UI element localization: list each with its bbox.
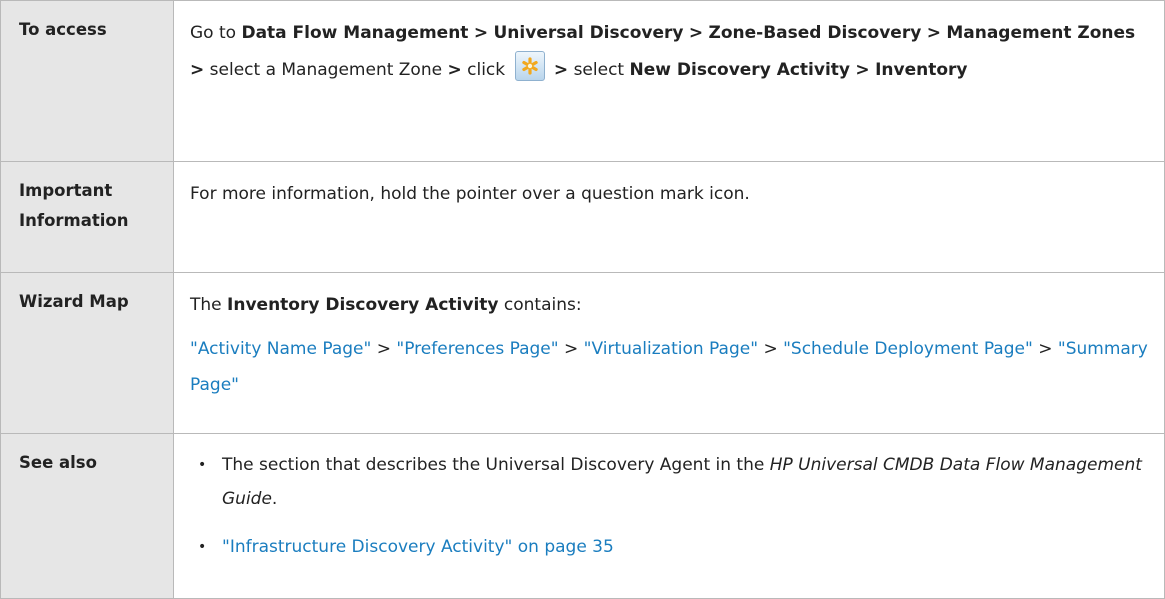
to-access-content: Go to Data Flow Management > Universal D… bbox=[173, 0, 1165, 162]
see-also-list: The section that describes the Universal… bbox=[190, 448, 1150, 564]
wizard-steps: "Activity Name Page" > "Preferences Page… bbox=[190, 331, 1150, 403]
wizard-map-label: Wizard Map bbox=[0, 272, 174, 434]
see-also-text: . bbox=[271, 489, 278, 509]
step-separator: > bbox=[1038, 339, 1053, 359]
path-separator: > bbox=[688, 23, 704, 43]
path-separator: > bbox=[855, 60, 870, 80]
important-information-text: For more information, hold the pointer o… bbox=[173, 161, 1165, 273]
access-text: select bbox=[573, 60, 625, 80]
nav-new-discovery-activity: New Discovery Activity bbox=[629, 60, 851, 80]
list-item: "Infrastructure Discovery Activity" on p… bbox=[198, 530, 1150, 564]
wizard-text: The bbox=[190, 295, 222, 315]
see-also-content: The section that describes the Universal… bbox=[173, 433, 1165, 599]
step-separator: > bbox=[763, 339, 778, 359]
link-preferences-page[interactable]: "Preferences Page" bbox=[396, 339, 558, 359]
path-separator: > bbox=[926, 23, 941, 43]
row-to-access: To access Go to Data Flow Management > U… bbox=[0, 0, 1165, 162]
nav-data-flow-management: Data Flow Management bbox=[241, 23, 469, 43]
access-text: select a Management Zone bbox=[209, 60, 443, 80]
path-separator: > bbox=[190, 60, 205, 80]
new-asterisk-icon bbox=[514, 51, 545, 81]
step-separator: > bbox=[376, 339, 391, 359]
wizard-intro: The Inventory Discovery Activity contain… bbox=[190, 287, 1150, 323]
wizard-map-content: The Inventory Discovery Activity contain… bbox=[173, 272, 1165, 434]
nav-management-zones: Management Zones bbox=[946, 23, 1136, 43]
link-schedule-deployment-page[interactable]: "Schedule Deployment Page" bbox=[783, 339, 1033, 359]
link-infrastructure-discovery-activity[interactable]: "Infrastructure Discovery Activity" on p… bbox=[222, 537, 614, 557]
path-separator: > bbox=[553, 60, 569, 80]
to-access-label: To access bbox=[0, 0, 174, 162]
step-separator: > bbox=[564, 339, 579, 359]
list-item: The section that describes the Universal… bbox=[198, 448, 1150, 516]
see-also-text: The section that describes the Universal… bbox=[222, 455, 765, 475]
path-separator: > bbox=[473, 23, 489, 43]
nav-universal-discovery: Universal Discovery bbox=[493, 23, 684, 43]
row-important-information: Important Information For more informati… bbox=[0, 161, 1165, 273]
row-see-also: See also The section that describes the … bbox=[0, 433, 1165, 599]
see-also-label: See also bbox=[0, 433, 174, 599]
link-virtualization-page[interactable]: "Virtualization Page" bbox=[584, 339, 758, 359]
link-activity-name-page[interactable]: "Activity Name Page" bbox=[190, 339, 371, 359]
row-wizard-map: Wizard Map The Inventory Discovery Activ… bbox=[0, 272, 1165, 434]
nav-inventory: Inventory bbox=[875, 60, 968, 80]
wizard-text: contains: bbox=[503, 295, 582, 315]
info-table: To access Go to Data Flow Management > U… bbox=[0, 0, 1165, 599]
path-separator: > bbox=[447, 60, 462, 80]
nav-zone-based-discovery: Zone-Based Discovery bbox=[708, 23, 922, 43]
wizard-activity-name: Inventory Discovery Activity bbox=[227, 295, 499, 315]
access-text: click bbox=[467, 60, 506, 80]
important-information-label: Important Information bbox=[0, 161, 174, 273]
access-text: Go to bbox=[190, 23, 237, 43]
